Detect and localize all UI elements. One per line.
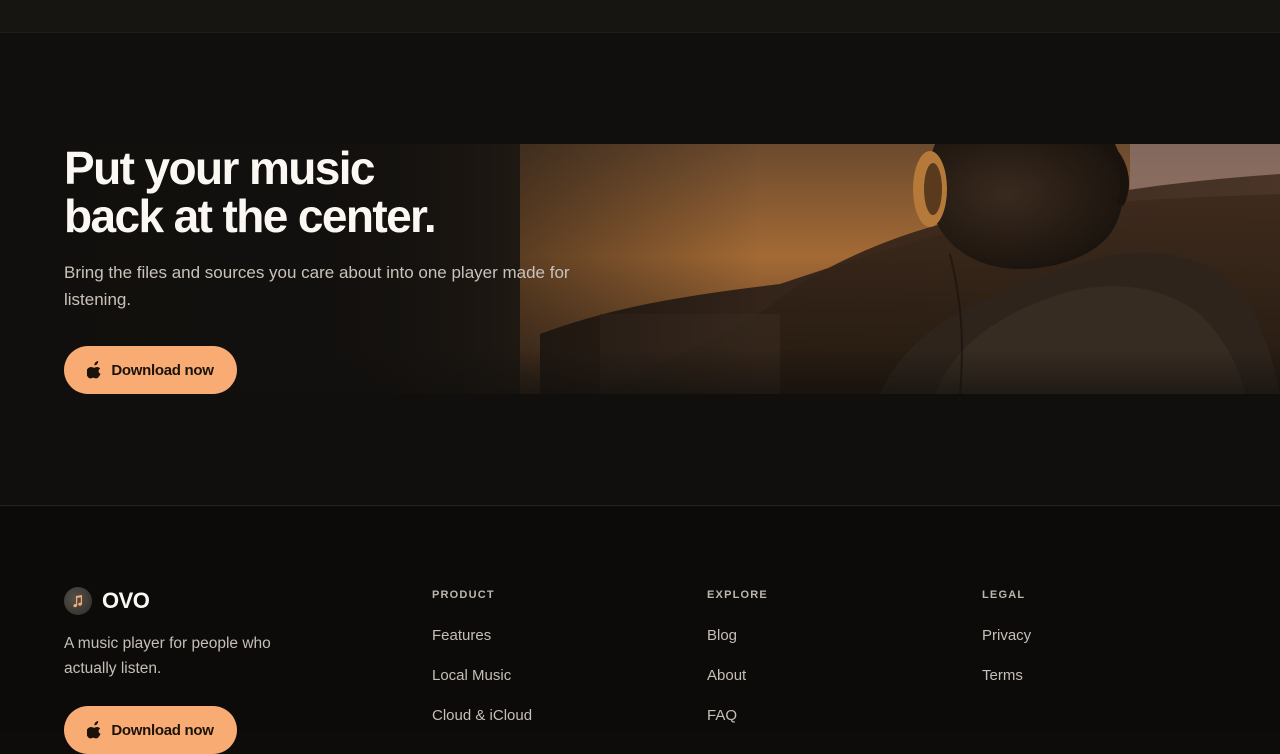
site-footer: OVO A music player for people who actual… bbox=[0, 507, 1280, 754]
hero-headline-line-2: back at the center. bbox=[64, 190, 437, 242]
footer-link-local-music[interactable]: Local Music bbox=[432, 667, 532, 707]
footer-link-cloud-icloud[interactable]: Cloud & iCloud bbox=[432, 707, 532, 747]
top-bar bbox=[0, 0, 1280, 33]
hero-headline: Put your music back at the center. bbox=[64, 144, 684, 240]
footer-column-legal: LEGAL Privacy Terms bbox=[982, 589, 1031, 707]
footer-column-product: PRODUCT Features Local Music Cloud & iCl… bbox=[432, 589, 532, 747]
hero-subheading: Bring the files and sources you care abo… bbox=[64, 263, 570, 309]
footer-column-title: LEGAL bbox=[982, 589, 1026, 601]
footer-column-title: PRODUCT bbox=[432, 589, 495, 601]
footer-link-privacy[interactable]: Privacy bbox=[982, 627, 1031, 667]
footer-link-list: Blog About FAQ bbox=[707, 627, 768, 747]
footer-link-terms[interactable]: Terms bbox=[982, 667, 1031, 707]
footer-download-button[interactable]: Download now bbox=[64, 706, 237, 754]
apple-icon bbox=[87, 721, 101, 739]
footer-link-blog[interactable]: Blog bbox=[707, 627, 768, 667]
footer-download-button-label: Download now bbox=[111, 721, 214, 739]
hero-download-button-label: Download now bbox=[111, 361, 214, 379]
footer-link-faq[interactable]: FAQ bbox=[707, 707, 768, 747]
footer-link-list: Privacy Terms bbox=[982, 627, 1031, 707]
brand-name: OVO bbox=[102, 588, 150, 613]
hero-download-button[interactable]: Download now bbox=[64, 346, 237, 394]
footer-column-title: EXPLORE bbox=[707, 589, 768, 601]
footer-brand[interactable]: OVO bbox=[64, 587, 150, 615]
apple-icon bbox=[87, 361, 101, 379]
hero-headline-line-1: Put your music bbox=[64, 142, 375, 194]
footer-link-features[interactable]: Features bbox=[432, 627, 532, 667]
hero-section: Put your music back at the center. Bring… bbox=[0, 33, 1280, 506]
music-note-icon bbox=[73, 595, 82, 608]
footer-link-about[interactable]: About bbox=[707, 667, 768, 707]
footer-column-explore: EXPLORE Blog About FAQ bbox=[707, 589, 768, 747]
footer-tagline: A music player for people who actually l… bbox=[64, 635, 271, 677]
footer-link-list: Features Local Music Cloud & iCloud bbox=[432, 627, 532, 747]
ovo-logo bbox=[64, 587, 92, 615]
